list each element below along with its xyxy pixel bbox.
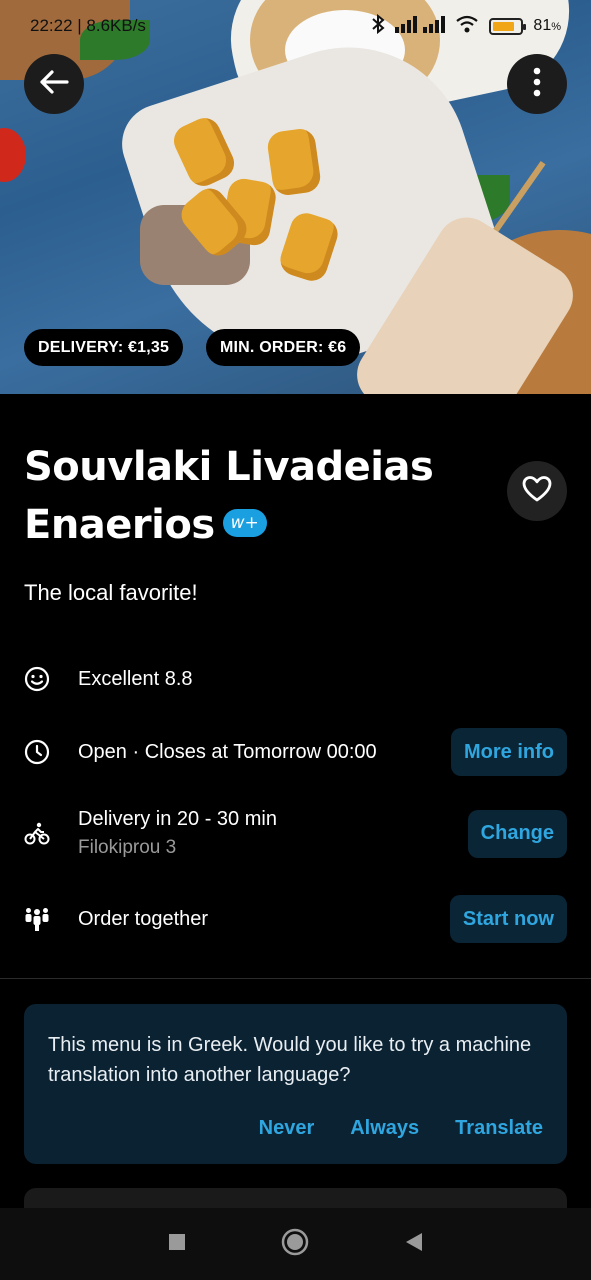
- more-vertical-icon: [533, 67, 541, 102]
- delivery-address-text: Filokiprou 3: [78, 837, 177, 858]
- group-order-text: Order together: [78, 907, 209, 930]
- more-options-button[interactable]: [507, 54, 567, 114]
- group-icon: [24, 906, 50, 932]
- delivery-row: Delivery in 20 - 30 min Filokiprou 3 Cha…: [24, 808, 567, 859]
- system-navigation-bar: [0, 1208, 591, 1280]
- square-icon[interactable]: [167, 1232, 187, 1257]
- bicycle-icon: [24, 821, 50, 847]
- start-group-order-button[interactable]: Start now: [449, 895, 567, 943]
- arrow-left-icon: [37, 68, 71, 101]
- signal-icon: [395, 15, 446, 38]
- back-button[interactable]: [24, 54, 84, 114]
- wifi-icon: [455, 15, 479, 38]
- wolt-plus-badge: w+: [222, 509, 267, 537]
- always-translate-button[interactable]: Always: [350, 1117, 419, 1140]
- smiley-icon: [24, 666, 50, 692]
- delivery-fee-badge: DELIVERY: €1,35: [24, 329, 184, 366]
- delivery-time-text: Delivery in 20 - 30 min: [78, 808, 277, 830]
- restaurant-name-line2: Enaerios: [24, 502, 215, 548]
- battery-percent-suffix: %: [551, 21, 561, 33]
- min-order-badge: MIN. ORDER: €6: [206, 329, 361, 366]
- rating-text: Excellent 8.8: [78, 667, 193, 690]
- hours-text: Open · Closes at Tomorrow 00:00: [78, 740, 377, 763]
- more-info-button[interactable]: More info: [451, 728, 567, 776]
- translate-prompt-card: This menu is in Greek. Would you like to…: [24, 1004, 567, 1164]
- circle-icon[interactable]: [281, 1228, 309, 1261]
- battery-icon: [489, 17, 527, 35]
- restaurant-tagline: The local favorite!: [24, 580, 198, 605]
- translate-message: This menu is in Greek. Would you like to…: [48, 1034, 532, 1086]
- rating-row: Excellent 8.8: [24, 666, 567, 692]
- status-bar: 22:22 | 8.6KB/s 81%: [0, 0, 591, 52]
- battery-percent: 81: [533, 17, 552, 34]
- heart-icon: [522, 475, 552, 508]
- triangle-back-icon[interactable]: [404, 1231, 424, 1258]
- status-time: 22:22 | 8.6KB/s: [30, 16, 146, 35]
- bluetooth-icon: [371, 13, 385, 39]
- translate-button[interactable]: Translate: [455, 1117, 543, 1140]
- group-order-row: Order together Start now: [24, 895, 567, 943]
- never-translate-button[interactable]: Never: [259, 1117, 315, 1140]
- restaurant-name-line1: Souvlaki Livadeias: [24, 444, 434, 490]
- restaurant-name: Souvlaki Livadeias Enaerios w+: [24, 438, 484, 554]
- clock-icon: [24, 739, 50, 765]
- hours-row: Open · Closes at Tomorrow 00:00 More inf…: [24, 728, 567, 776]
- section-divider: [0, 978, 591, 979]
- favorite-button[interactable]: [507, 461, 567, 521]
- change-address-button[interactable]: Change: [467, 809, 567, 858]
